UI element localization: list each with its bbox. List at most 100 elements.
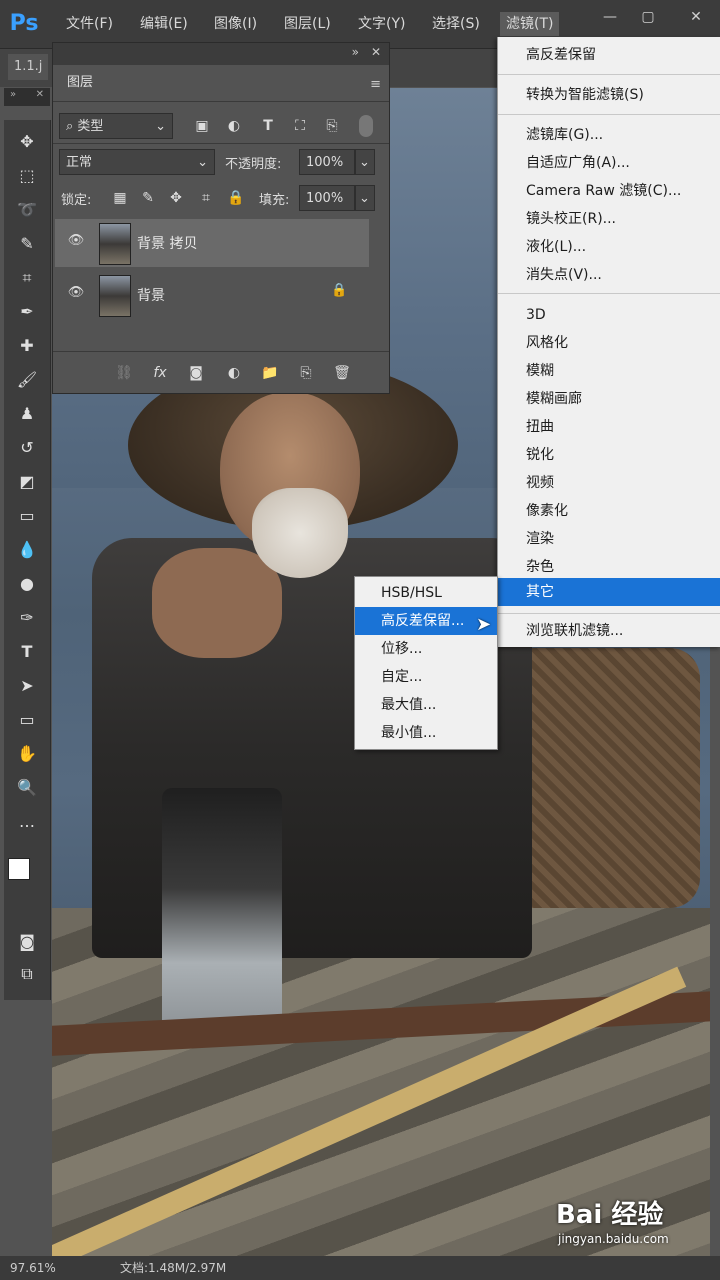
lock-transparent-icon[interactable]: ▦ [109, 187, 131, 209]
menu-item-other[interactable]: 其它 [498, 578, 720, 606]
eyedropper-tool-icon[interactable]: ✒ [13, 298, 41, 326]
filter-toggle[interactable] [359, 115, 373, 137]
search-icon: ⌕ [66, 119, 78, 134]
panel-close-icon[interactable]: ✕ [371, 45, 381, 59]
submenu-item-maximum[interactable]: 最大值... [355, 691, 497, 719]
menu-layer[interactable]: 图层(L) [284, 12, 331, 36]
lock-artboard-icon[interactable]: ⌗ [195, 187, 217, 209]
menu-item-render[interactable]: 渲染 [498, 525, 720, 553]
dodge-tool-icon[interactable]: ● [13, 570, 41, 598]
panel-menu-icon[interactable]: ≡ [370, 77, 381, 92]
menu-item-3d[interactable]: 3D [498, 301, 720, 329]
layer-filter-select[interactable]: ⌕ 类型 ⌄ [59, 113, 173, 139]
healing-brush-tool-icon[interactable]: ✚ [13, 332, 41, 360]
move-tool-icon[interactable]: ✥ [13, 128, 41, 156]
adjustment-layer-icon[interactable]: ◐ [223, 362, 245, 384]
menu-item-filter-gallery[interactable]: 滤镜库(G)... [498, 121, 720, 149]
new-layer-icon[interactable]: ⎘ [295, 362, 317, 384]
visibility-eye-icon[interactable]: 👁 [65, 285, 87, 305]
menu-item-convert-smart-filter[interactable]: 转换为智能滤镜(S) [498, 81, 720, 109]
layer-row-background-copy[interactable]: 👁 背景 拷贝 [55, 219, 369, 267]
crop-tool-icon[interactable]: ⌗ [13, 264, 41, 292]
foreground-color-swatch[interactable] [8, 858, 30, 880]
zoom-tool-icon[interactable]: 🔍 [13, 774, 41, 802]
shape-filter-icon[interactable]: ⛶ [289, 115, 311, 137]
menu-item-liquify[interactable]: 液化(L)... [498, 233, 720, 261]
menu-item-vanishing-point[interactable]: 消失点(V)... [498, 261, 720, 289]
rectangle-tool-icon[interactable]: ▭ [13, 706, 41, 734]
tab-layers[interactable]: 图层 [53, 65, 107, 101]
collapse-icon[interactable]: » [352, 45, 359, 59]
layer-row-background[interactable]: 👁 背景 🔒 [55, 271, 369, 319]
menu-item-blur[interactable]: 模糊 [498, 357, 720, 385]
menu-select[interactable]: 选择(S) [432, 12, 480, 36]
blend-mode-select[interactable]: 正常 ⌄ [59, 149, 215, 175]
divider [53, 101, 389, 102]
lock-all-icon[interactable]: 🔒 [225, 187, 247, 209]
delete-layer-icon[interactable]: 🗑 [331, 362, 353, 384]
screen-mode-icon[interactable]: ⧉ [13, 960, 41, 988]
submenu-item-custom[interactable]: 自定... [355, 663, 497, 691]
hand-tool-icon[interactable]: ✋ [13, 740, 41, 768]
menu-item-camera-raw[interactable]: Camera Raw 滤镜(C)... [498, 177, 720, 205]
quick-mask-icon[interactable]: ◙ [13, 928, 41, 956]
lock-position-icon[interactable]: ✥ [165, 187, 187, 209]
menu-filter[interactable]: 滤镜(T) [500, 12, 560, 36]
submenu-item-minimum[interactable]: 最小值... [355, 719, 497, 747]
quick-select-tool-icon[interactable]: ✎ [13, 230, 41, 258]
fx-icon[interactable]: fx [149, 362, 171, 384]
filter-kind-value: 类型 [77, 119, 104, 134]
minimize-button[interactable]: — [596, 6, 624, 28]
link-layers-icon[interactable]: ⛓ [113, 362, 135, 384]
menu-item-sharpen[interactable]: 锐化 [498, 441, 720, 469]
pen-tool-icon[interactable]: ✑ [13, 604, 41, 632]
submenu-item-offset[interactable]: 位移... [355, 635, 497, 663]
submenu-item-hsb-hsl[interactable]: HSB/HSL [355, 579, 497, 607]
brush-tool-icon[interactable]: 🖌 [13, 366, 41, 394]
clone-stamp-tool-icon[interactable]: ♟ [13, 400, 41, 428]
menu-item-blur-gallery[interactable]: 模糊画廊 [498, 385, 720, 413]
path-select-tool-icon[interactable]: ➤ [13, 672, 41, 700]
history-brush-tool-icon[interactable]: ↺ [13, 434, 41, 462]
type-filter-icon[interactable]: T [257, 115, 279, 137]
blend-mode-value: 正常 [66, 155, 93, 170]
add-mask-icon[interactable]: ◙ [185, 362, 207, 384]
opacity-input[interactable]: 100% [299, 149, 355, 175]
menu-item-stylize[interactable]: 风格化 [498, 329, 720, 357]
new-group-icon[interactable]: 📁 [259, 362, 281, 384]
layers-panel-titlebar: » ✕ [53, 43, 389, 65]
tools-panel: ✥ ⬚ ➰ ✎ ⌗ ✒ ✚ 🖌 ♟ ↺ ◩ ▭ 💧 ● ✑ T ➤ ▭ ✋ 🔍 … [4, 120, 51, 1000]
lasso-tool-icon[interactable]: ➰ [13, 196, 41, 224]
more-tools-icon[interactable]: … [13, 808, 41, 836]
menu-edit[interactable]: 编辑(E) [140, 12, 188, 36]
menu-file[interactable]: 文件(F) [66, 12, 113, 36]
eraser-tool-icon[interactable]: ◩ [13, 468, 41, 496]
visibility-eye-icon[interactable]: 👁 [65, 233, 87, 253]
menu-item-pixelate[interactable]: 像素化 [498, 497, 720, 525]
divider [53, 143, 389, 144]
menu-item-noise[interactable]: 杂色 [498, 553, 720, 581]
menu-type[interactable]: 文字(Y) [358, 12, 405, 36]
opacity-dropdown-icon[interactable]: ⌄ [355, 149, 375, 175]
menu-item-adaptive-wide-angle[interactable]: 自适应广角(A)... [498, 149, 720, 177]
close-button[interactable]: ✕ [682, 6, 710, 28]
smart-object-filter-icon[interactable]: ⎘ [321, 115, 343, 137]
fill-dropdown-icon[interactable]: ⌄ [355, 185, 375, 211]
lock-image-icon[interactable]: ✎ [137, 187, 159, 209]
menu-item-high-pass-last[interactable]: 高反差保留 [498, 41, 720, 69]
zoom-level[interactable]: 97.61% [10, 1256, 56, 1280]
pixel-filter-icon[interactable]: ▣ [191, 115, 213, 137]
menu-item-browse-online[interactable]: 浏览联机滤镜... [498, 617, 720, 645]
menu-item-lens-correction[interactable]: 镜头校正(R)... [498, 205, 720, 233]
gradient-tool-icon[interactable]: ▭ [13, 502, 41, 530]
menu-item-distort[interactable]: 扭曲 [498, 413, 720, 441]
menu-item-video[interactable]: 视频 [498, 469, 720, 497]
menu-image[interactable]: 图像(I) [214, 12, 257, 36]
type-tool-icon[interactable]: T [13, 638, 41, 666]
marquee-tool-icon[interactable]: ⬚ [13, 162, 41, 190]
maximize-button[interactable]: ▢ [634, 6, 662, 28]
document-tab[interactable]: 1.1.j [8, 54, 49, 80]
fill-input[interactable]: 100% [299, 185, 355, 211]
adjustment-filter-icon[interactable]: ◐ [223, 115, 245, 137]
blur-tool-icon[interactable]: 💧 [13, 536, 41, 564]
